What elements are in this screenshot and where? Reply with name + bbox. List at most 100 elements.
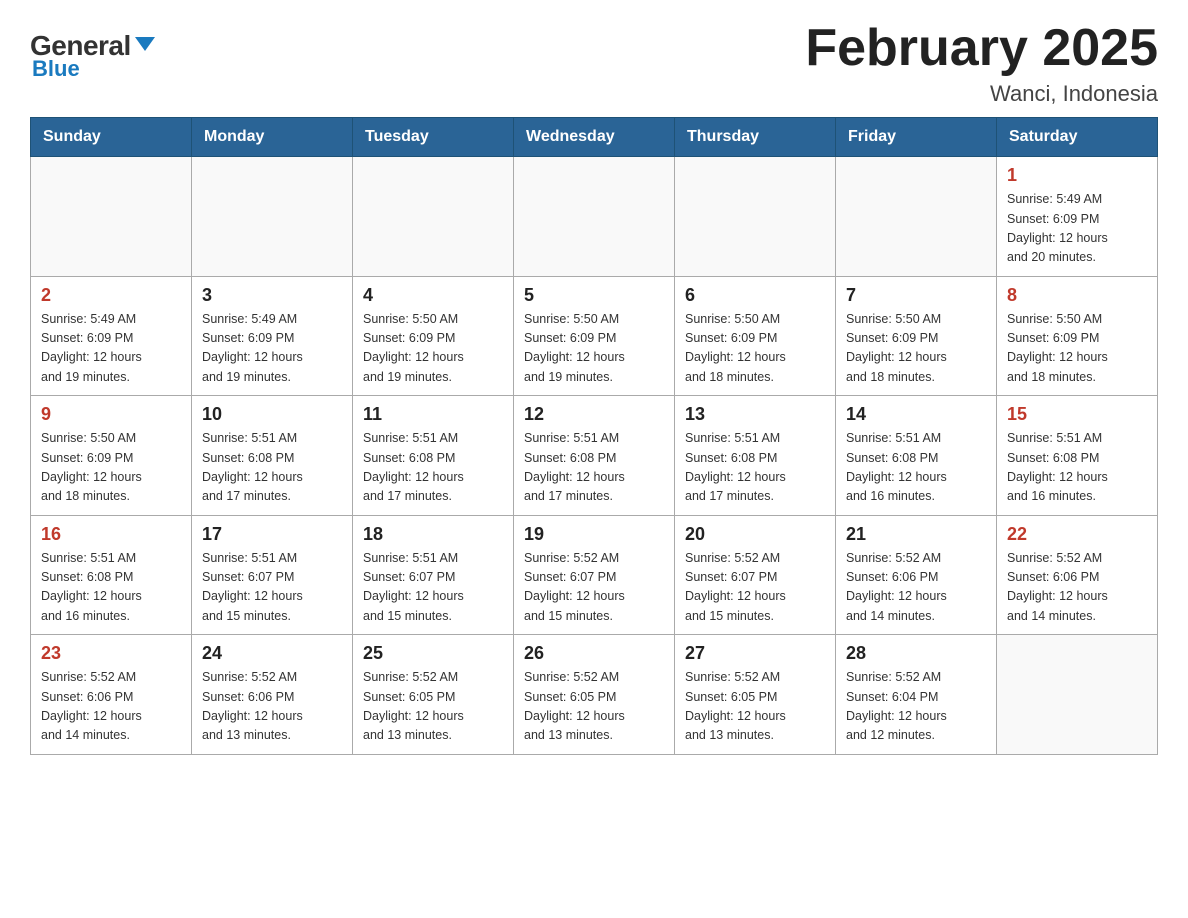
- day-number: 3: [202, 285, 342, 306]
- day-info: Sunrise: 5:52 AMSunset: 6:06 PMDaylight:…: [41, 668, 181, 746]
- day-number: 19: [524, 524, 664, 545]
- calendar-cell: 28 Sunrise: 5:52 AMSunset: 6:04 PMDayligh…: [836, 635, 997, 755]
- calendar: SundayMondayTuesdayWednesdayThursdayFrid…: [30, 117, 1158, 755]
- calendar-cell: [31, 157, 192, 277]
- calendar-cell: 22 Sunrise: 5:52 AMSunset: 6:06 PMDayligh…: [997, 515, 1158, 635]
- day-info: Sunrise: 5:50 AMSunset: 6:09 PMDaylight:…: [685, 310, 825, 388]
- day-number: 17: [202, 524, 342, 545]
- day-number: 25: [363, 643, 503, 664]
- logo: General Blue: [30, 30, 155, 82]
- day-number: 14: [846, 404, 986, 425]
- header-sunday: Sunday: [31, 118, 192, 157]
- calendar-cell: 19Sunrise: 5:52 AMSunset: 6:07 PMDayligh…: [514, 515, 675, 635]
- calendar-cell: 7Sunrise: 5:50 AMSunset: 6:09 PMDaylight…: [836, 276, 997, 396]
- day-info: Sunrise: 5:50 AMSunset: 6:09 PMDaylight:…: [524, 310, 664, 388]
- week-row-1: 2Sunrise: 5:49 AMSunset: 6:09 PMDaylight…: [31, 276, 1158, 396]
- logo-triangle-icon: [135, 37, 155, 51]
- calendar-cell: 2Sunrise: 5:49 AMSunset: 6:09 PMDaylight…: [31, 276, 192, 396]
- day-number: 13: [685, 404, 825, 425]
- calendar-cell: 15 Sunrise: 5:51 AMSunset: 6:08 PMDayligh…: [997, 396, 1158, 516]
- logo-blue-text: Blue: [32, 56, 80, 82]
- calendar-cell: 6 Sunrise: 5:50 AMSunset: 6:09 PMDaylight…: [675, 276, 836, 396]
- calendar-cell: 26 Sunrise: 5:52 AMSunset: 6:05 PMDayligh…: [514, 635, 675, 755]
- day-info: Sunrise: 5:52 AMSunset: 6:05 PMDaylight:…: [363, 668, 503, 746]
- day-number: 15: [1007, 404, 1147, 425]
- day-number: 16: [41, 524, 181, 545]
- calendar-cell: [353, 157, 514, 277]
- header: General Blue February 2025 Wanci, Indone…: [30, 20, 1158, 107]
- calendar-cell: 14 Sunrise: 5:51 AMSunset: 6:08 PMDayligh…: [836, 396, 997, 516]
- day-number: 9: [41, 404, 181, 425]
- header-friday: Friday: [836, 118, 997, 157]
- header-monday: Monday: [192, 118, 353, 157]
- day-number: 6: [685, 285, 825, 306]
- day-number: 11: [363, 404, 503, 425]
- day-number: 26: [524, 643, 664, 664]
- day-info: Sunrise: 5:50 AMSunset: 6:09 PMDaylight:…: [41, 429, 181, 507]
- day-number: 1: [1007, 165, 1147, 186]
- calendar-cell: 12Sunrise: 5:51 AMSunset: 6:08 PMDayligh…: [514, 396, 675, 516]
- day-info: Sunrise: 5:51 AMSunset: 6:08 PMDaylight:…: [524, 429, 664, 507]
- day-info: Sunrise: 5:52 AMSunset: 6:06 PMDaylight:…: [846, 549, 986, 627]
- calendar-cell: 13Sunrise: 5:51 AMSunset: 6:08 PMDayligh…: [675, 396, 836, 516]
- calendar-cell: 24 Sunrise: 5:52 AMSunset: 6:06 PMDayligh…: [192, 635, 353, 755]
- day-info: Sunrise: 5:51 AMSunset: 6:08 PMDaylight:…: [202, 429, 342, 507]
- calendar-cell: 10Sunrise: 5:51 AMSunset: 6:08 PMDayligh…: [192, 396, 353, 516]
- week-row-0: 1 Sunrise: 5:49 AMSunset: 6:09 PMDaylight…: [31, 157, 1158, 277]
- calendar-cell: 11 Sunrise: 5:51 AMSunset: 6:08 PMDayligh…: [353, 396, 514, 516]
- header-tuesday: Tuesday: [353, 118, 514, 157]
- calendar-cell: [192, 157, 353, 277]
- day-info: Sunrise: 5:51 AMSunset: 6:08 PMDaylight:…: [41, 549, 181, 627]
- day-info: Sunrise: 5:51 AMSunset: 6:08 PMDaylight:…: [363, 429, 503, 507]
- calendar-cell: 1 Sunrise: 5:49 AMSunset: 6:09 PMDaylight…: [997, 157, 1158, 277]
- day-number: 20: [685, 524, 825, 545]
- day-info: Sunrise: 5:52 AMSunset: 6:06 PMDaylight:…: [1007, 549, 1147, 627]
- calendar-cell: 5 Sunrise: 5:50 AMSunset: 6:09 PMDaylight…: [514, 276, 675, 396]
- calendar-cell: 8 Sunrise: 5:50 AMSunset: 6:09 PMDaylight…: [997, 276, 1158, 396]
- day-info: Sunrise: 5:52 AMSunset: 6:06 PMDaylight:…: [202, 668, 342, 746]
- day-number: 5: [524, 285, 664, 306]
- day-info: Sunrise: 5:52 AMSunset: 6:04 PMDaylight:…: [846, 668, 986, 746]
- calendar-cell: 20 Sunrise: 5:52 AMSunset: 6:07 PMDayligh…: [675, 515, 836, 635]
- day-info: Sunrise: 5:51 AMSunset: 6:08 PMDaylight:…: [1007, 429, 1147, 507]
- calendar-cell: [836, 157, 997, 277]
- calendar-cell: 23 Sunrise: 5:52 AMSunset: 6:06 PMDayligh…: [31, 635, 192, 755]
- calendar-header-row: SundayMondayTuesdayWednesdayThursdayFrid…: [31, 118, 1158, 157]
- calendar-cell: 4 Sunrise: 5:50 AMSunset: 6:09 PMDaylight…: [353, 276, 514, 396]
- day-number: 24: [202, 643, 342, 664]
- day-number: 21: [846, 524, 986, 545]
- header-thursday: Thursday: [675, 118, 836, 157]
- day-number: 22: [1007, 524, 1147, 545]
- calendar-cell: 27 Sunrise: 5:52 AMSunset: 6:05 PMDayligh…: [675, 635, 836, 755]
- day-number: 7: [846, 285, 986, 306]
- day-number: 4: [363, 285, 503, 306]
- day-info: Sunrise: 5:52 AMSunset: 6:05 PMDaylight:…: [685, 668, 825, 746]
- calendar-cell: 17 Sunrise: 5:51 AMSunset: 6:07 PMDayligh…: [192, 515, 353, 635]
- week-row-4: 23 Sunrise: 5:52 AMSunset: 6:06 PMDayligh…: [31, 635, 1158, 755]
- day-info: Sunrise: 5:51 AMSunset: 6:07 PMDaylight:…: [202, 549, 342, 627]
- day-number: 28: [846, 643, 986, 664]
- calendar-cell: 18 Sunrise: 5:51 AMSunset: 6:07 PMDayligh…: [353, 515, 514, 635]
- day-info: Sunrise: 5:52 AMSunset: 6:07 PMDaylight:…: [685, 549, 825, 627]
- day-info: Sunrise: 5:50 AMSunset: 6:09 PMDaylight:…: [1007, 310, 1147, 388]
- day-info: Sunrise: 5:50 AMSunset: 6:09 PMDaylight:…: [363, 310, 503, 388]
- calendar-cell: 3 Sunrise: 5:49 AMSunset: 6:09 PMDaylight…: [192, 276, 353, 396]
- day-info: Sunrise: 5:49 AMSunset: 6:09 PMDaylight:…: [202, 310, 342, 388]
- calendar-cell: 9 Sunrise: 5:50 AMSunset: 6:09 PMDaylight…: [31, 396, 192, 516]
- day-number: 8: [1007, 285, 1147, 306]
- day-number: 27: [685, 643, 825, 664]
- day-info: Sunrise: 5:51 AMSunset: 6:08 PMDaylight:…: [846, 429, 986, 507]
- subtitle: Wanci, Indonesia: [805, 81, 1158, 107]
- title-area: February 2025 Wanci, Indonesia: [805, 20, 1158, 107]
- day-info: Sunrise: 5:49 AMSunset: 6:09 PMDaylight:…: [1007, 190, 1147, 268]
- day-info: Sunrise: 5:49 AMSunset: 6:09 PMDaylight:…: [41, 310, 181, 388]
- calendar-cell: [514, 157, 675, 277]
- day-number: 18: [363, 524, 503, 545]
- calendar-cell: 21 Sunrise: 5:52 AMSunset: 6:06 PMDayligh…: [836, 515, 997, 635]
- page-title: February 2025: [805, 20, 1158, 77]
- day-info: Sunrise: 5:51 AMSunset: 6:07 PMDaylight:…: [363, 549, 503, 627]
- calendar-cell: 25 Sunrise: 5:52 AMSunset: 6:05 PMDayligh…: [353, 635, 514, 755]
- week-row-2: 9 Sunrise: 5:50 AMSunset: 6:09 PMDaylight…: [31, 396, 1158, 516]
- day-number: 23: [41, 643, 181, 664]
- day-info: Sunrise: 5:52 AMSunset: 6:05 PMDaylight:…: [524, 668, 664, 746]
